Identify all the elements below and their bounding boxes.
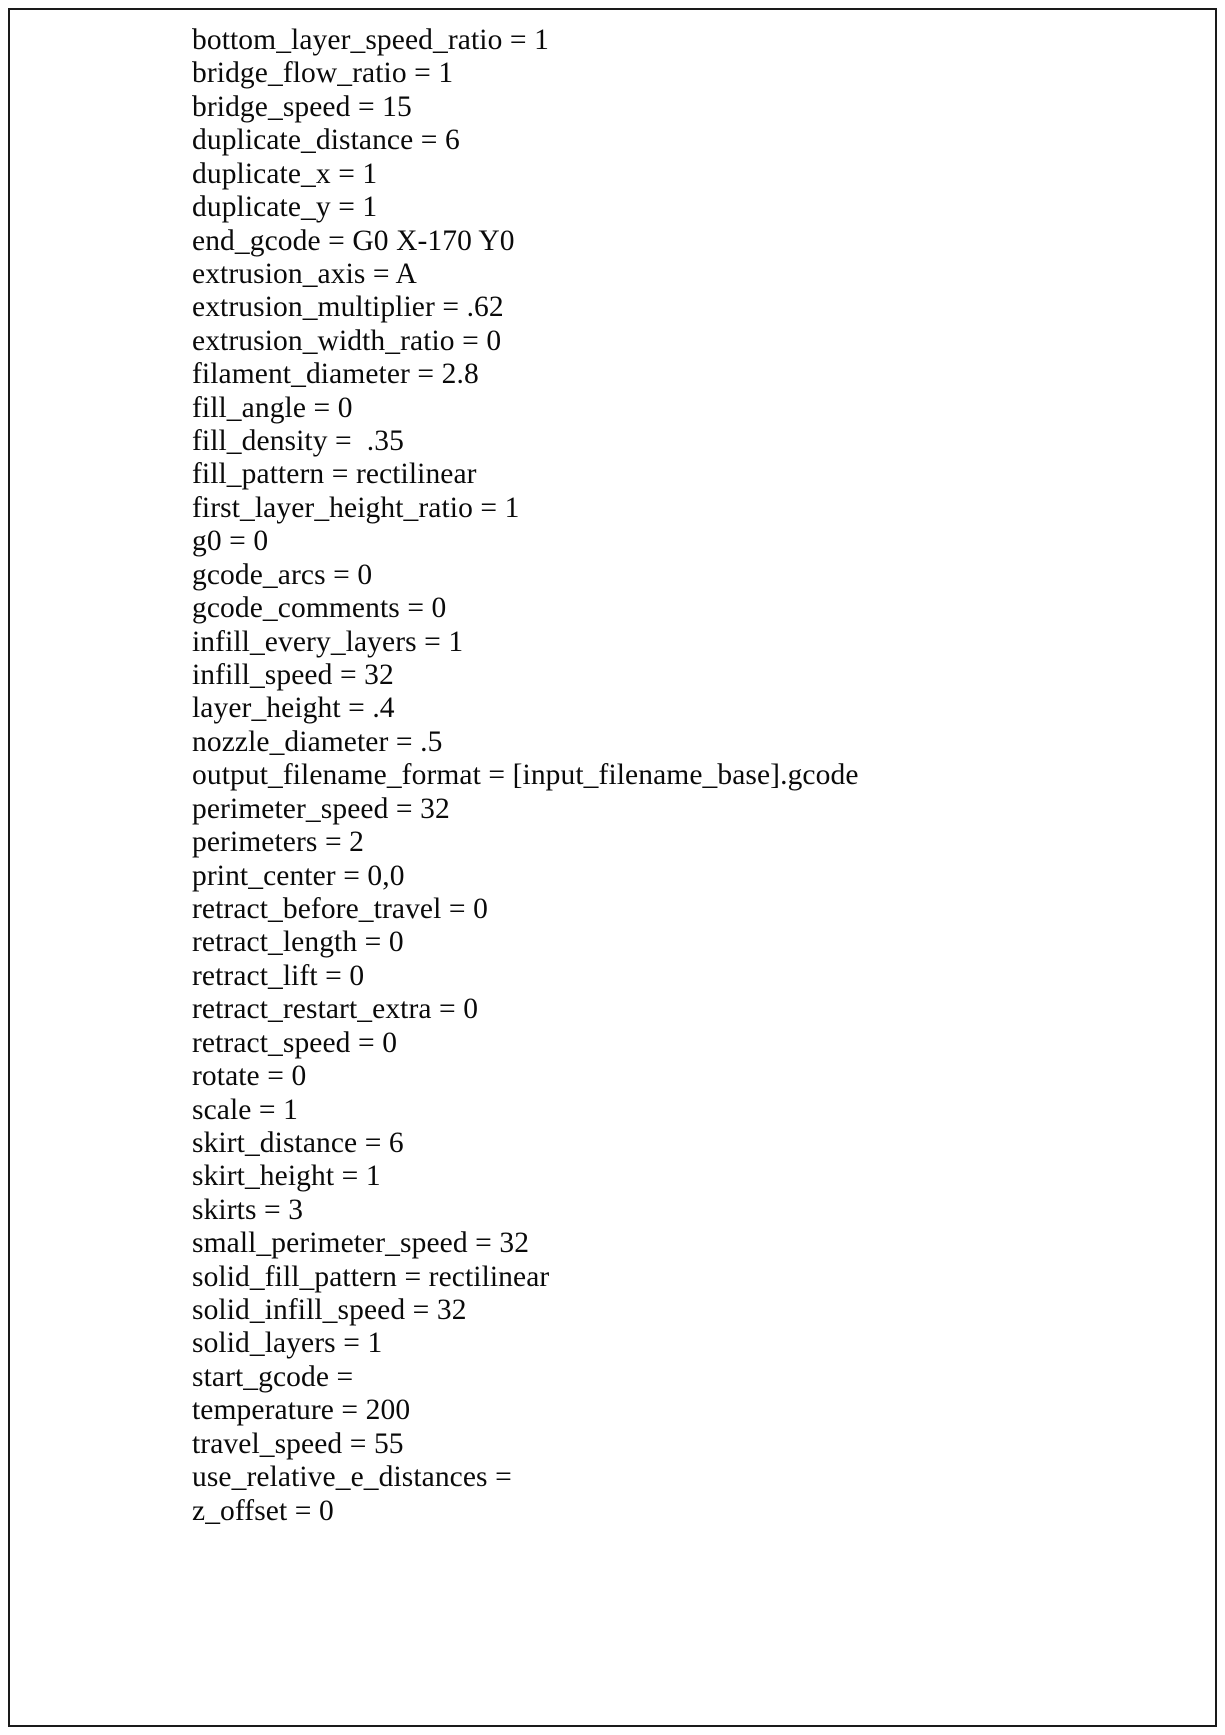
page-border: bottom_layer_speed_ratio = 1 bridge_flow_… bbox=[8, 8, 1217, 1727]
config-line: skirt_distance = 6 bbox=[192, 1126, 404, 1159]
config-line: fill_angle = 0 bbox=[192, 391, 353, 424]
config-line: z_offset = 0 bbox=[192, 1494, 334, 1527]
config-line: extrusion_axis = A bbox=[192, 257, 417, 290]
config-line: bridge_speed = 15 bbox=[192, 90, 412, 123]
config-line: end_gcode = G0 X-170 Y0 bbox=[192, 224, 515, 257]
config-line: retract_length = 0 bbox=[192, 926, 404, 959]
config-line: retract_speed = 0 bbox=[192, 1026, 398, 1059]
config-line: bottom_layer_speed_ratio = 1 bbox=[192, 24, 549, 56]
config-line: output_filename_format = [input_filename… bbox=[192, 759, 859, 792]
config-line: solid_layers = 1 bbox=[192, 1327, 383, 1360]
config-line: solid_infill_speed = 32 bbox=[192, 1294, 467, 1327]
config-line: gcode_comments = 0 bbox=[192, 592, 447, 625]
config-line: extrusion_multiplier = .62 bbox=[192, 291, 504, 324]
config-line: filament_diameter = 2.8 bbox=[192, 358, 479, 391]
config-line: fill_density = .35 bbox=[192, 425, 404, 458]
config-line: scale = 1 bbox=[192, 1093, 298, 1126]
config-line: perimeter_speed = 32 bbox=[192, 792, 450, 825]
config-line: temperature = 200 bbox=[192, 1394, 411, 1427]
config-listing: bottom_layer_speed_ratio = 1 bridge_flow_… bbox=[192, 24, 1195, 1715]
config-line: small_perimeter_speed = 32 bbox=[192, 1227, 530, 1260]
config-line: solid_fill_pattern = rectilinear bbox=[192, 1260, 550, 1293]
config-line: skirt_height = 1 bbox=[192, 1160, 381, 1193]
config-line: nozzle_diameter = .5 bbox=[192, 725, 443, 758]
config-line: retract_before_travel = 0 bbox=[192, 892, 488, 925]
config-line: perimeters = 2 bbox=[192, 826, 365, 859]
config-line: duplicate_y = 1 bbox=[192, 191, 378, 224]
config-line: retract_restart_extra = 0 bbox=[192, 993, 479, 1026]
config-line: travel_speed = 55 bbox=[192, 1427, 404, 1460]
config-line: first_layer_height_ratio = 1 bbox=[192, 491, 520, 524]
config-line: extrusion_width_ratio = 0 bbox=[192, 324, 502, 357]
config-line: retract_lift = 0 bbox=[192, 959, 365, 992]
page: bottom_layer_speed_ratio = 1 bridge_flow_… bbox=[0, 0, 1225, 1735]
config-line: duplicate_distance = 6 bbox=[192, 124, 460, 157]
config-line: skirts = 3 bbox=[192, 1193, 304, 1226]
config-line: print_center = 0,0 bbox=[192, 859, 405, 892]
config-line: g0 = 0 bbox=[192, 525, 269, 558]
config-line: start_gcode = bbox=[192, 1360, 354, 1393]
config-line: infill_every_layers = 1 bbox=[192, 625, 464, 658]
config-line: gcode_arcs = 0 bbox=[192, 558, 373, 591]
config-line: duplicate_x = 1 bbox=[192, 157, 378, 190]
config-line: rotate = 0 bbox=[192, 1060, 307, 1093]
config-line: infill_speed = 32 bbox=[192, 659, 394, 692]
config-line: bridge_flow_ratio = 1 bbox=[192, 57, 454, 90]
config-line: fill_pattern = rectilinear bbox=[192, 458, 477, 491]
config-line: use_relative_e_distances = bbox=[192, 1461, 512, 1494]
config-line: layer_height = .4 bbox=[192, 692, 395, 725]
